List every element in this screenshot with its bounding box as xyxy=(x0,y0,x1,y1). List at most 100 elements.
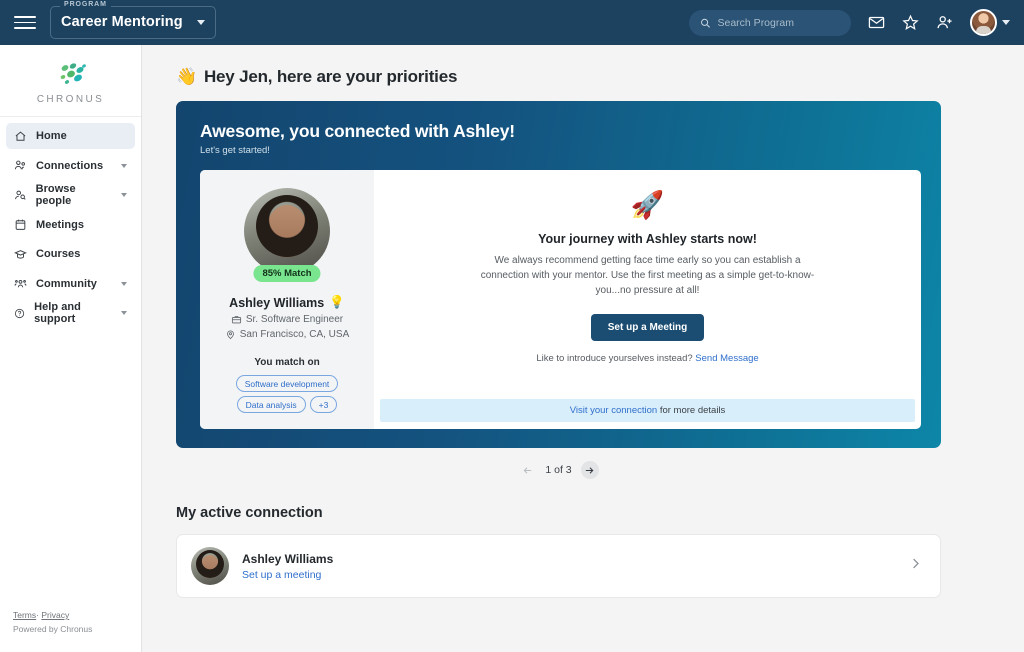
avatar xyxy=(970,9,997,36)
chevron-down-icon xyxy=(1002,20,1010,25)
profile-name: Ashley Williams 💡 xyxy=(229,295,345,310)
top-bar-actions xyxy=(689,9,1010,36)
pagination-prev-button[interactable] xyxy=(518,461,536,479)
app-root: PROGRAM Career Mentoring Search Program … xyxy=(0,0,1024,652)
active-connection-row[interactable]: Ashley Williams Set up a meeting xyxy=(176,534,941,598)
program-legend: PROGRAM xyxy=(60,1,111,8)
main-content: 👋 Hey Jen, here are your priorities Awes… xyxy=(142,45,1024,652)
match-tag[interactable]: Software development xyxy=(235,375,339,392)
chronus-logo-icon xyxy=(60,63,86,84)
profile-name-text: Ashley Williams xyxy=(229,295,325,310)
match-tag[interactable]: Data analysis xyxy=(236,396,306,413)
arrow-left-icon xyxy=(523,466,532,474)
user-menu[interactable] xyxy=(970,9,1010,36)
profile-photo xyxy=(244,188,330,274)
match-on-label: You match on xyxy=(254,357,320,368)
page-title: 👋 Hey Jen, here are your priorities xyxy=(176,67,941,87)
powered-by-text: Powered by Chronus xyxy=(13,624,93,634)
carousel-pagination: 1 of 3 xyxy=(176,461,941,479)
briefcase-icon xyxy=(231,316,241,324)
program-selector[interactable]: PROGRAM Career Mentoring xyxy=(50,1,216,39)
chevron-down-icon xyxy=(121,281,127,286)
hero-banner: Awesome, you connected with Ashley! Let'… xyxy=(176,101,941,448)
lightbulb-emoji-icon: 💡 xyxy=(329,295,345,309)
sidebar-item-home[interactable]: Home xyxy=(6,123,135,149)
arrow-right-icon xyxy=(585,466,594,474)
visit-connection-link[interactable]: Visit your connection xyxy=(570,405,658,416)
sidebar-footer: Terms· Privacy Powered by Chronus xyxy=(0,610,141,652)
sidebar-item-help-and-support[interactable]: Help and support xyxy=(6,300,135,326)
people-icon xyxy=(14,160,25,170)
active-connection-title: My active connection xyxy=(176,505,323,521)
top-bar: PROGRAM Career Mentoring xyxy=(0,0,1024,45)
active-connection-name: Ashley Williams xyxy=(242,551,334,566)
sidebar-item-label: Home xyxy=(36,130,67,142)
avatar xyxy=(191,547,229,585)
chevron-right-icon[interactable] xyxy=(908,556,923,576)
pagination-next-button[interactable] xyxy=(580,461,599,479)
terms-link[interactable]: Terms xyxy=(13,610,36,620)
send-message-link[interactable]: Send Message xyxy=(695,353,758,364)
chevron-down-icon xyxy=(121,163,127,168)
star-icon[interactable] xyxy=(902,14,919,31)
program-name: Career Mentoring xyxy=(61,14,183,30)
sidebar-item-label: Browse people xyxy=(35,183,76,207)
journey-body: We always recommend getting face time ea… xyxy=(480,255,815,296)
profile-job-title: Sr. Software Engineer xyxy=(231,314,343,325)
journey-title: Your journey with Ashley starts now! xyxy=(538,232,757,246)
match-tag-more[interactable]: +3 xyxy=(309,396,338,413)
add-person-icon[interactable] xyxy=(936,14,953,31)
page-title-text: Hey Jen, here are your priorities xyxy=(203,67,458,86)
match-tags: Software development Data analysis +3 xyxy=(212,375,362,413)
chevron-down-icon xyxy=(121,193,127,197)
sidebar-item-label: Courses xyxy=(36,248,81,260)
sidebar-item-label: Connections xyxy=(36,159,104,172)
search-icon xyxy=(701,18,710,28)
graduation-cap-icon xyxy=(14,249,27,259)
visit-connection-bar[interactable]: Visit your connection for more details xyxy=(380,399,915,422)
sidebar-item-connections[interactable]: Connections xyxy=(6,153,135,179)
search-input[interactable] xyxy=(717,16,840,29)
introduce-alt: Like to introduce yourselves instead? Se… xyxy=(536,353,758,364)
hero-subtitle: Let's get started! xyxy=(200,145,270,156)
pagination-label: 1 of 3 xyxy=(545,464,572,476)
journey-pane: 🚀 Your journey with Ashley starts now! W… xyxy=(374,170,921,429)
rocket-emoji-icon: 🚀 xyxy=(630,190,665,220)
sidebar-item-label: Community xyxy=(36,277,97,290)
wave-emoji-icon: 👋 xyxy=(176,67,197,86)
set-up-meeting-link[interactable]: Set up a meeting xyxy=(242,569,333,581)
body: CHRONUS Home Connections Browse people M… xyxy=(0,45,1024,652)
calendar-icon xyxy=(15,219,26,230)
chevron-down-icon xyxy=(196,19,205,25)
mail-icon[interactable] xyxy=(868,14,885,31)
profile-location-text: San Francisco, CA, USA xyxy=(239,329,350,340)
profile-location: San Francisco, CA, USA xyxy=(225,329,349,340)
sidebar: CHRONUS Home Connections Browse people M… xyxy=(0,45,142,652)
footer-separator: · xyxy=(36,610,39,620)
brand-logo[interactable]: CHRONUS xyxy=(0,45,141,117)
sidebar-item-meetings[interactable]: Meetings xyxy=(6,212,135,238)
location-pin-icon xyxy=(226,330,234,340)
search-box[interactable] xyxy=(689,9,851,36)
profile-photo-wrap: 85% Match xyxy=(244,188,330,282)
sidebar-item-community[interactable]: Community xyxy=(6,271,135,297)
set-up-meeting-button[interactable]: Set up a Meeting xyxy=(590,314,705,341)
home-icon xyxy=(15,131,26,141)
sidebar-nav: Home Connections Browse people Meetings … xyxy=(0,117,141,330)
sidebar-item-courses[interactable]: Courses xyxy=(6,241,135,267)
active-connection-text: Ashley Williams Set up a meeting xyxy=(242,552,333,581)
connection-card: 85% Match Ashley Williams 💡 Sr. Software xyxy=(200,170,921,429)
chevron-down-icon xyxy=(121,311,127,315)
privacy-link[interactable]: Privacy xyxy=(41,610,69,620)
footer-links: Terms· Privacy xyxy=(13,610,141,620)
sidebar-item-label: Help and support xyxy=(34,301,81,325)
hamburger-icon[interactable] xyxy=(14,12,36,34)
sidebar-item-browse-people[interactable]: Browse people xyxy=(6,182,135,208)
community-icon xyxy=(14,279,27,288)
sidebar-item-label: Meetings xyxy=(36,218,85,231)
introduce-alt-text: Like to introduce yourselves instead? xyxy=(536,353,693,364)
logo-wordmark: CHRONUS xyxy=(36,94,105,105)
hero-title: Awesome, you connected with Ashley! xyxy=(200,121,515,141)
profile-job-title-text: Sr. Software Engineer xyxy=(245,314,344,325)
match-badge: 85% Match xyxy=(253,265,321,282)
